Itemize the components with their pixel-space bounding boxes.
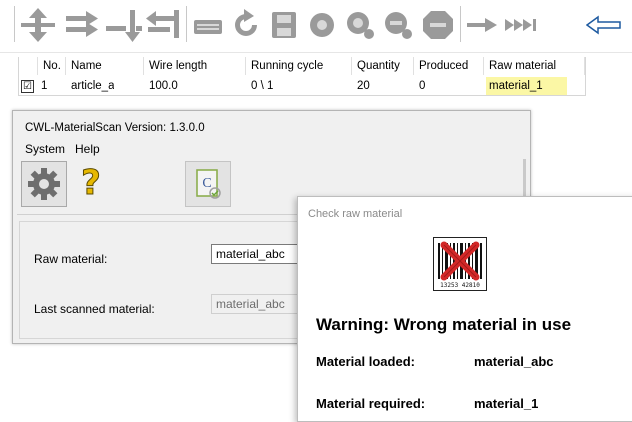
column-divider (143, 57, 144, 75)
insert-down-icon (106, 10, 142, 42)
cell-no: 1 (41, 80, 48, 92)
zoom-icon (347, 12, 374, 39)
fast-forward-button[interactable] (502, 6, 542, 44)
circle-button[interactable] (304, 6, 340, 44)
help-icon: ? (81, 163, 102, 203)
grid-header-row: No. Name Wire length Running cycle Quant… (19, 57, 585, 75)
circle-icon (310, 13, 334, 37)
move-right-button[interactable] (62, 6, 102, 44)
menu-help[interactable]: Help (73, 141, 102, 157)
back-arrow-button[interactable] (585, 14, 622, 36)
back-arrow-icon (585, 15, 621, 35)
arrow-right-icon (467, 18, 497, 32)
fast-forward-icon (505, 19, 536, 31)
main-toolbar (0, 0, 632, 52)
settings-button[interactable] (21, 161, 67, 207)
window-title: CWL-MaterialScan Version: 1.3.0.0 (25, 122, 205, 134)
last-scanned-label: Last scanned material: (34, 302, 155, 316)
column-header-produced[interactable]: Produced (419, 57, 468, 75)
stop-button[interactable] (418, 6, 458, 44)
stop-icon (423, 11, 453, 39)
material-loaded-label: Material loaded: (316, 354, 415, 369)
column-header-quantity[interactable]: Quantity (357, 57, 400, 75)
move-up-down-icon (21, 8, 55, 42)
article-grid: No. Name Wire length Running cycle Quant… (18, 57, 586, 96)
material-required-value: material_1 (474, 396, 539, 411)
barcode-number: 13253 42810 (440, 282, 480, 289)
column-divider (483, 57, 484, 75)
cell-wire-length: 100.0 (149, 80, 178, 92)
column-divider (584, 57, 585, 75)
scan-sheet-icon: C (196, 169, 221, 199)
column-divider (351, 57, 352, 75)
cell-raw-material: material_1 (486, 77, 567, 95)
move-right-icon (66, 11, 98, 37)
zoom-button[interactable] (342, 6, 378, 44)
insert-down-button[interactable] (104, 6, 144, 44)
row-checkbox[interactable]: ☑ (21, 80, 34, 93)
zoom-alt-button[interactable] (380, 6, 416, 44)
zoom-alt-icon (385, 12, 412, 39)
toolbar-divider (0, 52, 632, 53)
cell-quantity: 20 (357, 80, 370, 92)
column-header-wire-length[interactable]: Wire length (149, 57, 207, 75)
raw-material-input[interactable]: material_abc (211, 244, 307, 264)
scan-sheet-button[interactable]: C (185, 161, 231, 207)
menu-system[interactable]: System (23, 141, 67, 157)
column-header-raw-material[interactable]: Raw material (489, 57, 556, 75)
save-button[interactable] (266, 6, 302, 44)
cell-name: article_a (71, 80, 115, 92)
gear-icon (28, 168, 60, 200)
dialog-title: Check raw material (308, 208, 403, 220)
toolbar-separator (186, 6, 187, 42)
scan-sheet-letter: C (202, 176, 211, 191)
column-divider (37, 57, 38, 75)
column-divider (65, 57, 66, 75)
save-icon (272, 12, 296, 38)
last-scanned-input: material_abc (211, 294, 307, 314)
rotate-button[interactable] (228, 6, 264, 44)
help-button[interactable]: ? (69, 161, 113, 205)
raw-material-label: Raw material: (34, 252, 108, 266)
column-header-no[interactable]: No. (43, 57, 61, 75)
check-raw-material-dialog: Check raw material 13253 42810 Warning: … (297, 196, 632, 422)
material-required-label: Material required: (316, 396, 426, 411)
material-loaded-value: material_abc (474, 354, 554, 369)
wrong-barcode-icon: 13253 42810 (433, 237, 487, 291)
swap-icon (146, 10, 179, 38)
warning-message: Warning: Wrong material in use (316, 315, 572, 334)
cell-produced: 0 (419, 80, 426, 92)
swap-button[interactable] (144, 6, 184, 44)
column-header-name[interactable]: Name (71, 57, 102, 75)
keyboard-icon (194, 20, 222, 34)
toolbar-separator (460, 6, 461, 42)
keyboard-button[interactable] (190, 6, 226, 44)
column-divider (245, 57, 246, 75)
column-header-running-cycle[interactable]: Running cycle (251, 57, 323, 75)
arrow-right-button[interactable] (464, 6, 500, 44)
move-up-down-button[interactable] (18, 6, 58, 44)
table-row[interactable]: ☑ 1 article_a 100.0 0 \ 1 20 0 material_… (19, 77, 585, 95)
column-divider (413, 57, 414, 75)
rotate-icon (235, 9, 257, 36)
cell-running-cycle: 0 \ 1 (251, 80, 274, 92)
toolbar-separator (14, 6, 15, 42)
